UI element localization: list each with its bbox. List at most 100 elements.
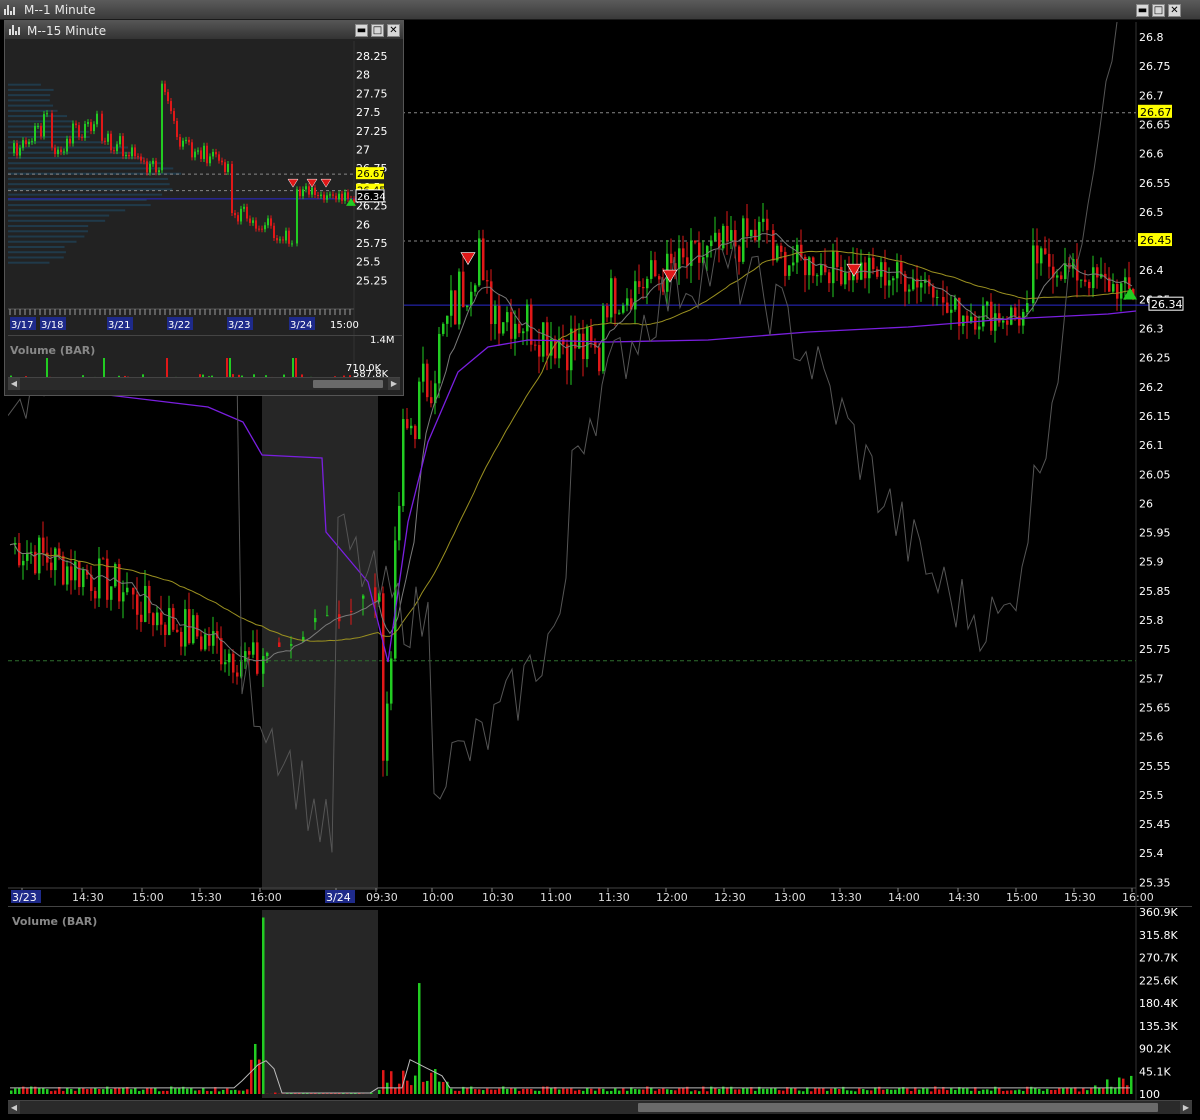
candle-body bbox=[994, 313, 997, 331]
volume-bar bbox=[562, 1088, 565, 1094]
after-hours-volume-shade bbox=[262, 910, 378, 1098]
volume-bar bbox=[142, 1089, 145, 1094]
volume-bar bbox=[1114, 1088, 1117, 1094]
volume-bar bbox=[70, 1088, 73, 1094]
price-axis-label: 25.8 bbox=[1139, 614, 1164, 627]
volume-bar bbox=[262, 917, 265, 1094]
candle-body bbox=[302, 636, 305, 642]
inset-price-axis-label: 27.25 bbox=[356, 125, 388, 138]
candle-body bbox=[209, 156, 211, 164]
inset-price-axis-label: 27.5 bbox=[356, 106, 381, 119]
candle-body bbox=[119, 136, 121, 145]
candle-body bbox=[880, 262, 883, 277]
volume-profile-bar bbox=[8, 162, 164, 165]
candle-body bbox=[792, 262, 795, 266]
volume-bar bbox=[490, 1089, 493, 1094]
candle-body bbox=[332, 194, 334, 196]
candle-body bbox=[522, 331, 525, 334]
volume-bar bbox=[598, 1088, 601, 1094]
volume-bar bbox=[866, 1090, 869, 1094]
inset-window-titlebar[interactable]: M--15 Minute ▬ □ ✕ bbox=[5, 21, 403, 39]
candle-body bbox=[610, 278, 613, 318]
inset-15-minute-window[interactable]: M--15 Minute ▬ □ ✕ 28.25 28 27.75 27.5 27.25… bbox=[4, 20, 404, 396]
inset-minimize-button[interactable]: ▬ bbox=[355, 24, 368, 37]
inset-scroll-right-arrow-icon[interactable]: ▶ bbox=[388, 378, 400, 390]
candle-body bbox=[554, 339, 557, 359]
volume-bar bbox=[810, 1091, 813, 1094]
volume-bar bbox=[394, 1087, 397, 1094]
price-axis-label: 25.35 bbox=[1139, 876, 1171, 889]
main-window-titlebar[interactable]: M--1 Minute ▬ □ ✕ bbox=[0, 0, 1200, 20]
volume-axis-label: 135.3K bbox=[1139, 1020, 1178, 1033]
inset-price-axis-label: 25.5 bbox=[356, 256, 381, 269]
inset-restore-button[interactable]: □ bbox=[371, 24, 384, 37]
candle-body bbox=[1088, 281, 1091, 289]
scroll-left-arrow-icon[interactable]: ◀ bbox=[8, 1101, 20, 1114]
candle-body bbox=[236, 672, 239, 677]
inset-horizontal-scrollbar[interactable]: ◀ ▶ bbox=[8, 377, 400, 390]
inset-scroll-thumb[interactable] bbox=[313, 380, 383, 388]
time-axis-label: 14:00 bbox=[888, 891, 920, 904]
candle-body bbox=[320, 194, 322, 196]
candle-body bbox=[338, 193, 340, 200]
volume-bar bbox=[918, 1089, 921, 1094]
volume-profile-bar bbox=[8, 204, 151, 207]
candle-body bbox=[638, 281, 641, 287]
candle-body bbox=[738, 246, 741, 262]
candle-body bbox=[832, 250, 835, 284]
restore-button[interactable]: □ bbox=[1152, 4, 1165, 17]
candle-body bbox=[974, 316, 977, 330]
volume-bar bbox=[1130, 1075, 1133, 1094]
candle-body bbox=[634, 281, 637, 310]
candle-body bbox=[78, 561, 81, 588]
time-axis-label: 14:30 bbox=[72, 891, 104, 904]
volume-bar bbox=[1050, 1089, 1053, 1094]
inset-price-chart[interactable]: 28.252827.7527.527.252726.7526.526.25262… bbox=[8, 41, 402, 381]
volume-bar bbox=[1006, 1090, 1009, 1094]
volume-bar bbox=[66, 1087, 69, 1094]
volume-bar bbox=[450, 1088, 453, 1094]
volume-bar bbox=[1078, 1091, 1081, 1094]
candle-body bbox=[125, 154, 127, 157]
volume-bar bbox=[946, 1090, 949, 1094]
scroll-thumb[interactable] bbox=[638, 1103, 1158, 1112]
candle-body bbox=[534, 344, 537, 346]
candle-body bbox=[986, 301, 989, 306]
inset-scroll-left-arrow-icon[interactable]: ◀ bbox=[8, 378, 20, 390]
candle-body bbox=[510, 312, 513, 339]
inset-close-button[interactable]: ✕ bbox=[387, 24, 400, 37]
volume-bar bbox=[18, 1087, 21, 1094]
volume-bar bbox=[186, 1088, 189, 1094]
candle-body bbox=[466, 305, 469, 308]
candle-body bbox=[474, 285, 477, 292]
candle-body bbox=[622, 305, 625, 313]
candle-body bbox=[161, 83, 163, 171]
volume-bar bbox=[522, 1088, 525, 1094]
candle-body bbox=[37, 125, 39, 127]
close-button[interactable]: ✕ bbox=[1168, 4, 1181, 17]
minimize-button[interactable]: ▬ bbox=[1136, 4, 1149, 17]
inset-date-axis-label: 3/22 bbox=[168, 320, 190, 331]
volume-bar bbox=[1118, 1077, 1121, 1094]
scroll-right-arrow-icon[interactable]: ▶ bbox=[1180, 1101, 1192, 1114]
main-horizontal-scrollbar[interactable]: ◀ ▶ bbox=[8, 1100, 1192, 1114]
candle-body bbox=[78, 125, 80, 138]
candle-body bbox=[146, 161, 148, 173]
volume-profile-bar bbox=[8, 88, 54, 91]
volume-bar bbox=[746, 1088, 749, 1094]
candle-body bbox=[200, 150, 202, 159]
inset-price-axis-label: 27 bbox=[356, 144, 370, 157]
candle-body bbox=[58, 548, 61, 556]
candle-body bbox=[102, 558, 105, 560]
candle-body bbox=[152, 613, 155, 626]
volume-bar bbox=[494, 1089, 497, 1094]
volume-bar bbox=[114, 1087, 117, 1094]
candle-body bbox=[394, 540, 397, 659]
candle-body bbox=[137, 156, 139, 158]
volume-bar bbox=[898, 1087, 901, 1094]
candle-body bbox=[46, 113, 48, 115]
time-axis-label: 15:30 bbox=[190, 891, 222, 904]
volume-bar bbox=[570, 1088, 573, 1094]
price-axis-label: 25.4 bbox=[1139, 847, 1164, 860]
volume-bar bbox=[614, 1088, 617, 1094]
